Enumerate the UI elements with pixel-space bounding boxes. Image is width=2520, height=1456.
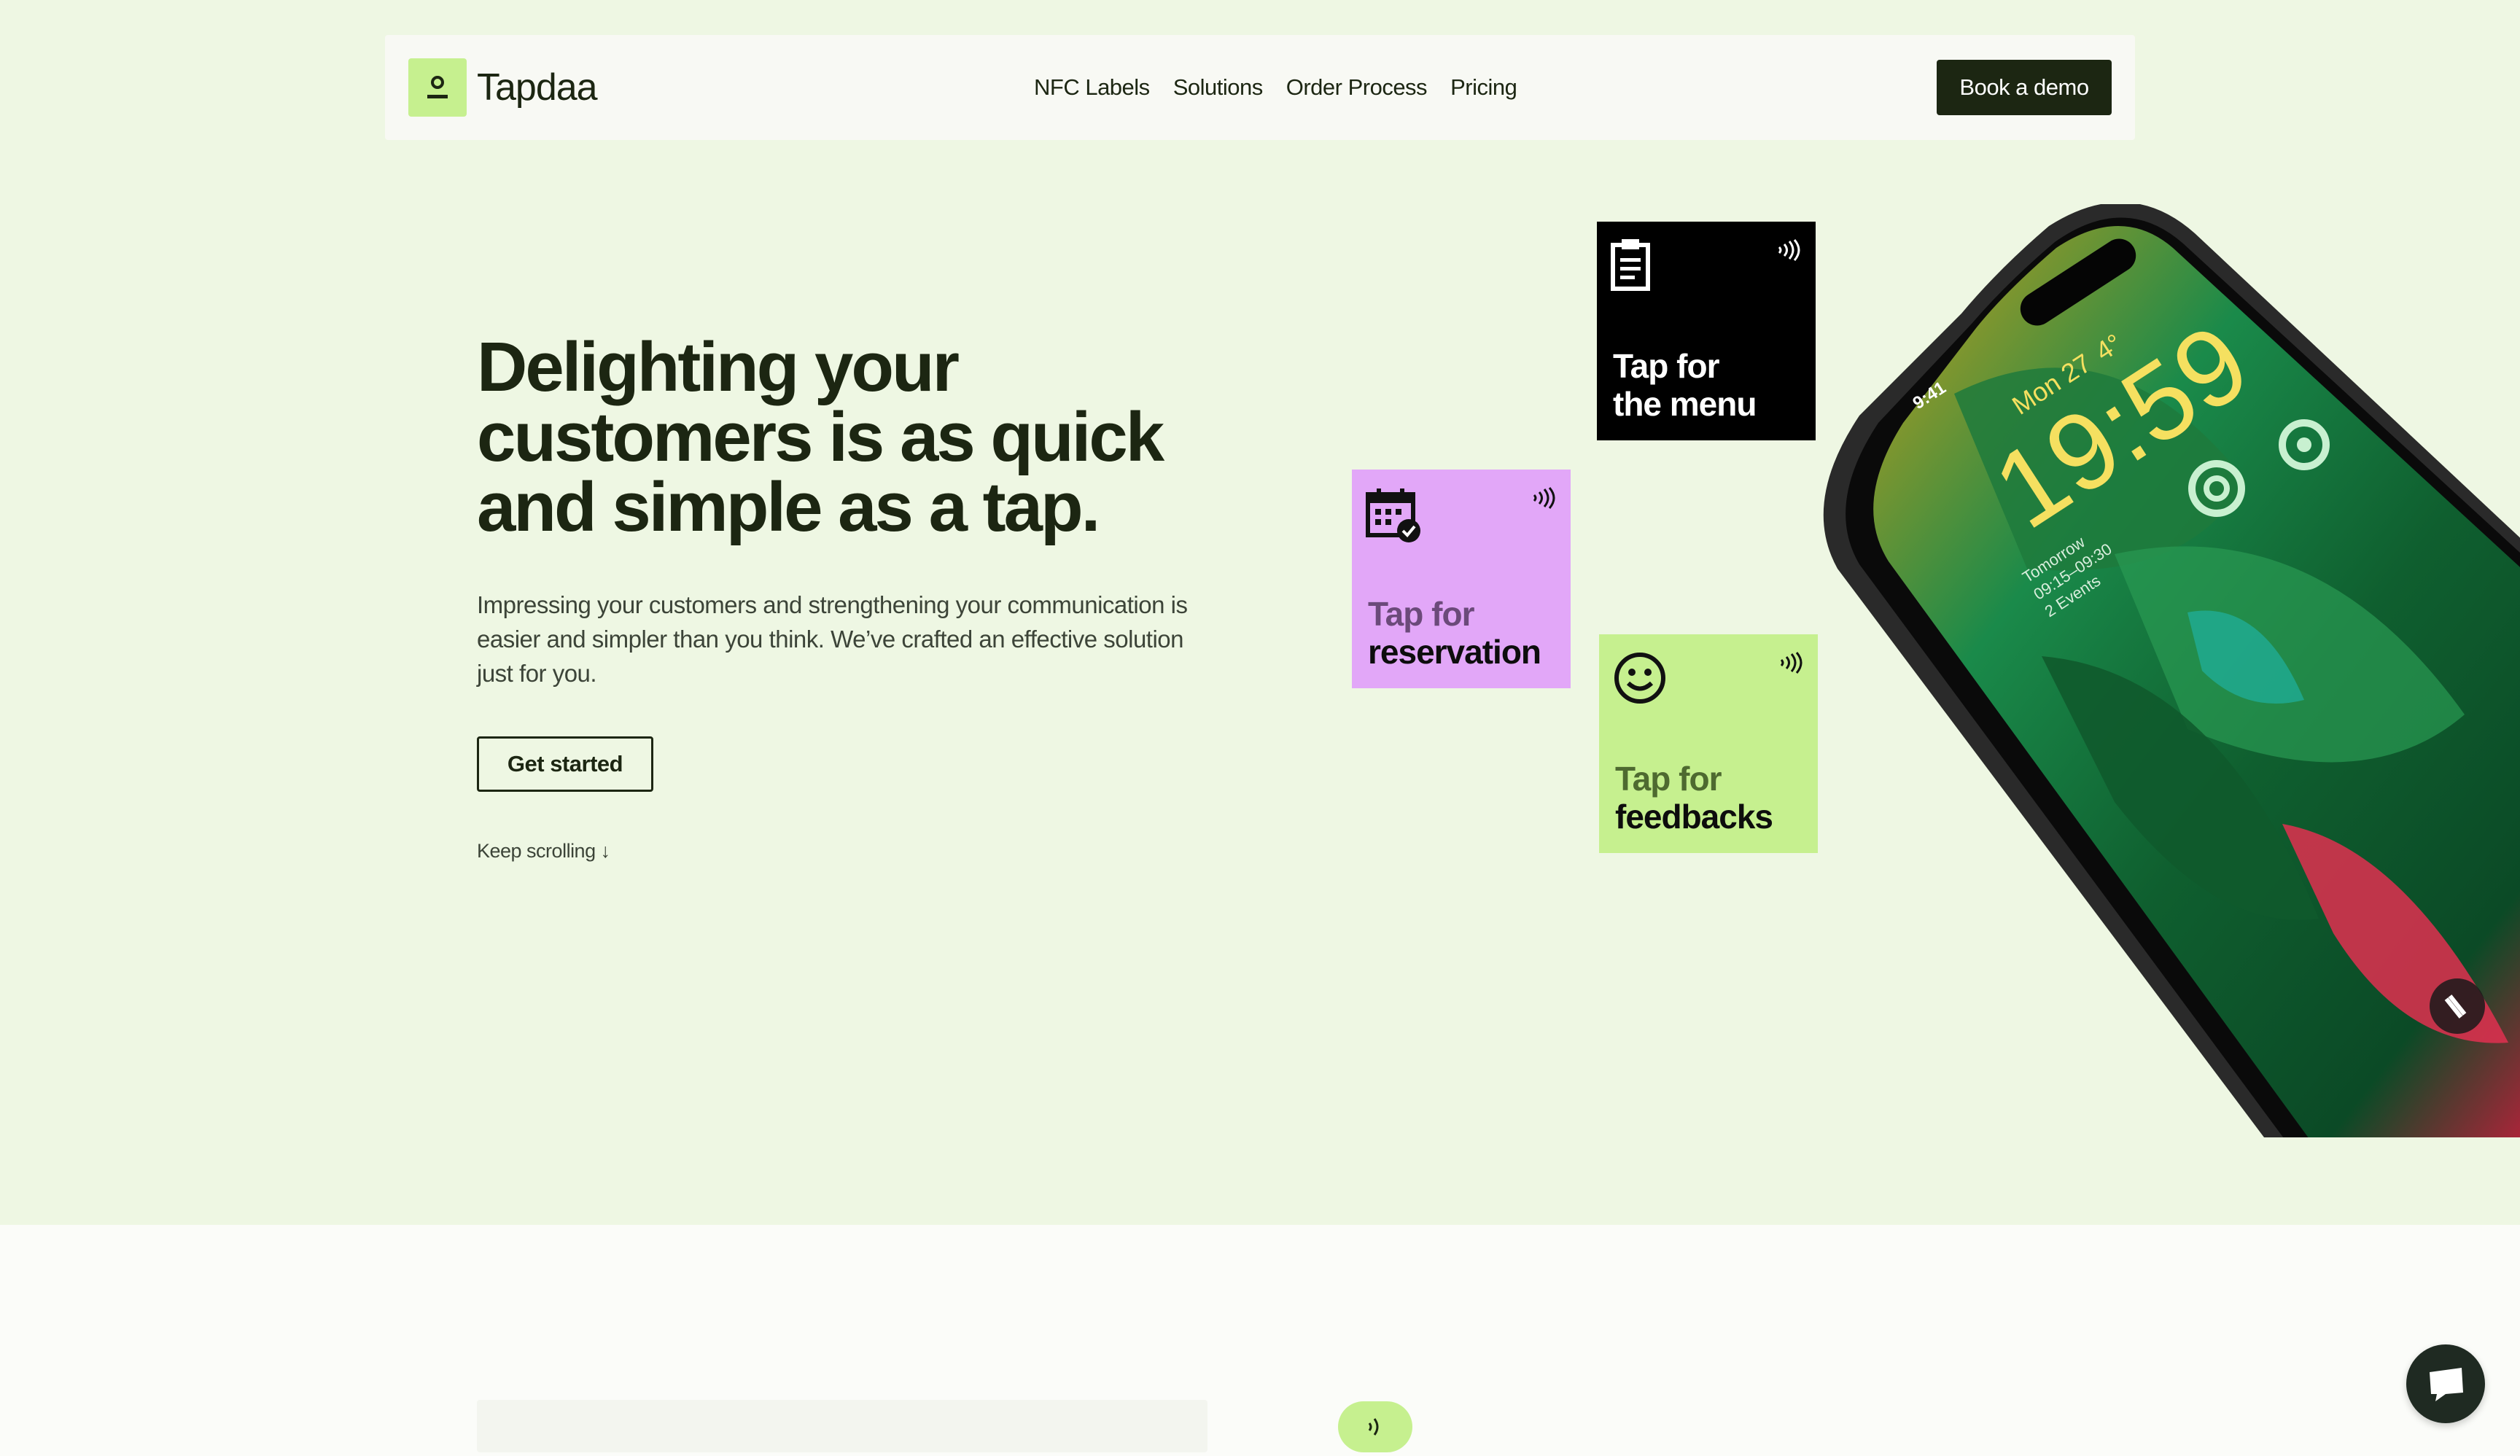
nav-link-pricing[interactable]: Pricing <box>1450 74 1517 101</box>
card-title-line-2: reservation <box>1368 633 1541 671</box>
next-section-card <box>477 1400 1208 1452</box>
top-navigation: Tapdaa NFC Labels Solutions Order Proces… <box>385 35 2135 140</box>
card-title: Tap for reservation <box>1368 595 1541 671</box>
logo-icon[interactable] <box>408 58 467 117</box>
nfc-icon <box>1780 652 1802 674</box>
get-started-button[interactable]: Get started <box>477 736 653 792</box>
nfc-icon <box>1368 1418 1379 1436</box>
nav-link-solutions[interactable]: Solutions <box>1173 74 1264 101</box>
chat-icon <box>2430 1368 2463 1401</box>
calendar-check-icon <box>1366 488 1420 542</box>
clipboard-icon <box>1611 239 1650 291</box>
keep-scrolling-link[interactable]: Keep scrolling ↓ <box>477 840 610 863</box>
book-demo-button[interactable]: Book a demo <box>1937 60 2112 115</box>
headline-line-2: customers is as quick <box>477 398 1164 476</box>
hero-subtext: Impressing your customers and strengthen… <box>477 591 1188 687</box>
tap-reservation-card: Tap for reservation <box>1352 470 1571 688</box>
card-title-line-1: Tap for <box>1615 760 1722 798</box>
logo-text[interactable]: Tapdaa <box>477 66 598 109</box>
chat-button[interactable] <box>2406 1344 2485 1423</box>
person-icon <box>427 76 448 98</box>
card-title-line-1: Tap for <box>1613 347 1719 385</box>
smiley-icon <box>1614 653 1665 704</box>
card-title-line-2: the menu <box>1613 385 1757 423</box>
card-title-line-2: feedbacks <box>1615 798 1773 836</box>
hero-section: Tapdaa NFC Labels Solutions Order Proces… <box>0 0 2520 1225</box>
headline-line-3: and simple as a tap. <box>477 468 1100 546</box>
tap-menu-card: Tap for the menu <box>1597 222 1816 440</box>
nfc-badge <box>1338 1401 1412 1452</box>
card-title-line-1: Tap for <box>1368 595 1474 633</box>
card-title: Tap for feedbacks <box>1615 760 1773 836</box>
nav-link-order-process[interactable]: Order Process <box>1286 74 1428 101</box>
nav-link-nfc-labels[interactable]: NFC Labels <box>1034 74 1150 101</box>
tap-feedback-card: Tap for feedbacks <box>1599 634 1818 853</box>
nav-links: NFC Labels Solutions Order Process Prici… <box>1034 35 1517 140</box>
headline-line-1: Delighting your <box>477 328 960 406</box>
nfc-icon <box>1533 487 1555 509</box>
hero-headline: Delighting your customers is as quick an… <box>477 332 1206 542</box>
phone-mockup-image: 9:41 Mon 274° 19:59 Tomorrow 09:15–09:30… <box>1823 204 2520 1137</box>
card-title: Tap for the menu <box>1613 347 1757 423</box>
next-section <box>0 1225 2520 1452</box>
nfc-icon <box>1778 239 1800 261</box>
